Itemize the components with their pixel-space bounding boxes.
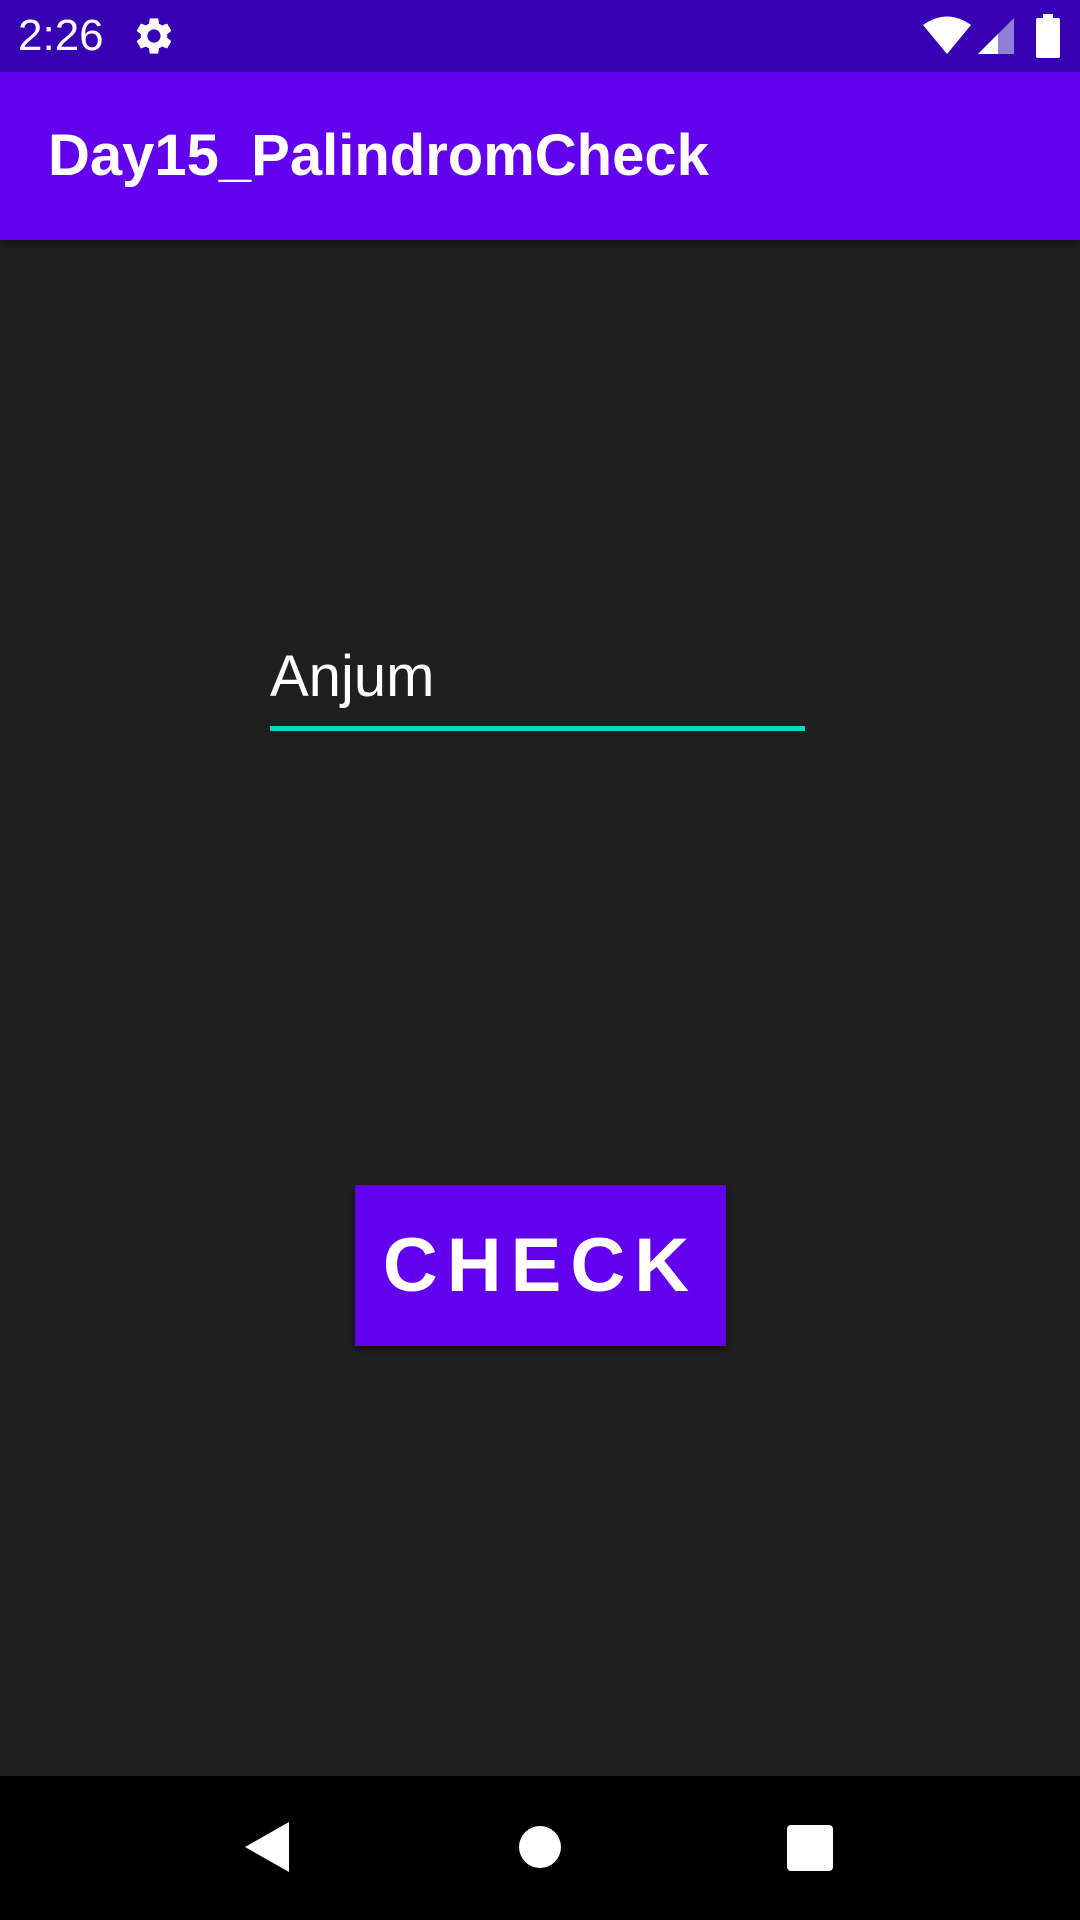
home-icon[interactable] [519,1826,561,1868]
text-input-field[interactable]: Anjum [270,640,805,731]
cell-signal-icon [978,18,1014,54]
app-bar: Day15_PalindromCheck [0,72,1080,240]
recents-icon[interactable] [787,1825,833,1871]
status-bar: 2:26 [0,0,1080,72]
status-time: 2:26 [18,11,104,60]
wifi-icon [923,16,971,54]
check-button[interactable]: CHECK [355,1185,726,1346]
text-input-value[interactable]: Anjum [270,642,434,712]
app-title: Day15_PalindromCheck [48,123,709,188]
input-underline [270,726,805,731]
gear-icon [136,18,172,54]
back-icon[interactable] [245,1822,289,1872]
battery-icon [1036,14,1060,58]
